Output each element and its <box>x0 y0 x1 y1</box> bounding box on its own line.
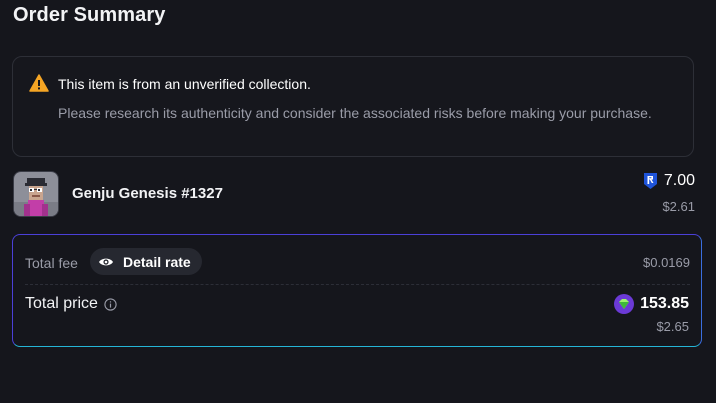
total-fee-label: Total fee <box>25 255 78 271</box>
total-price-amount: 153.85 <box>640 295 689 312</box>
eye-icon <box>99 258 113 265</box>
total-price-label: Total price <box>25 295 117 313</box>
warning-triangle-icon <box>29 74 49 92</box>
item-name: Genju Genesis #1327 <box>72 185 223 202</box>
item-thumbnail <box>13 171 59 217</box>
total-price-text: Total price <box>25 295 98 312</box>
pixel-avatar-icon <box>14 172 58 216</box>
divider <box>25 284 690 285</box>
detail-rate-label: Detail rate <box>123 253 191 270</box>
page-title: Order Summary <box>13 4 166 26</box>
warning-title: This item is from an unverified collecti… <box>58 76 311 92</box>
gem-token-icon <box>614 294 635 314</box>
info-icon[interactable] <box>104 297 117 311</box>
item-price: 7.00 <box>643 172 695 190</box>
total-fee-value: $0.0169 <box>643 255 690 270</box>
unverified-warning-box: This item is from an unverified collecti… <box>12 56 694 157</box>
total-price-value: 153.85 <box>614 294 689 314</box>
item-price-usd: $2.61 <box>662 199 695 214</box>
item-price-value: 7.00 <box>663 172 695 189</box>
price-summary-box: Total fee Detail rate $0.0169 Total pric… <box>12 234 702 347</box>
total-price-usd: $2.65 <box>656 319 689 334</box>
detail-rate-button[interactable]: Detail rate <box>90 248 202 275</box>
warning-message: Please research its authenticity and con… <box>58 105 652 121</box>
ronin-token-icon <box>643 173 657 189</box>
